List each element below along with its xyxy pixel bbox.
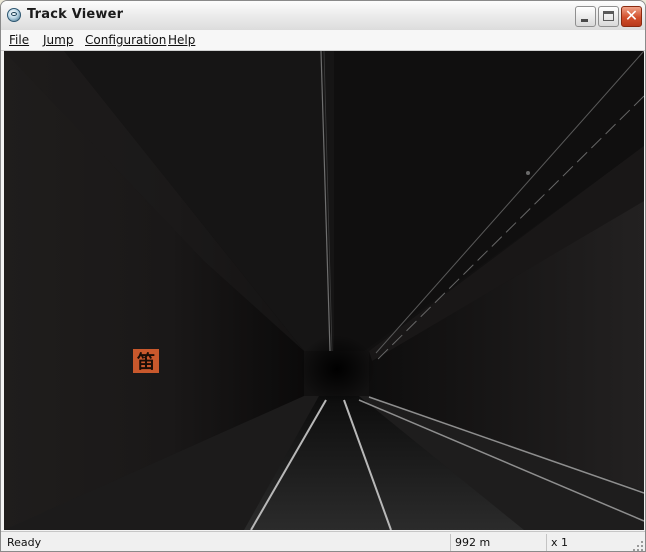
minimize-icon [581,19,588,22]
menu-jump[interactable]: Jump [43,32,73,48]
menu-bar: File Jump Configuration Help [1,30,645,51]
tunnel-end [299,335,375,403]
maximize-icon [603,11,614,21]
track-3d-viewport[interactable]: 笛 [4,51,644,530]
menu-file[interactable]: File [9,32,29,48]
status-distance: 992 m [450,534,545,551]
minimize-button[interactable] [575,6,596,27]
close-icon: ✕ [624,6,639,25]
menu-help[interactable]: Help [168,32,195,48]
app-icon[interactable] [7,8,21,22]
resize-grip[interactable] [632,540,644,551]
tunnel-scene: 笛 [4,51,644,530]
whistle-sign-glyph: 笛 [136,351,155,373]
maximize-button[interactable] [598,6,619,27]
menu-configuration[interactable]: Configuration [85,32,166,48]
title-bar[interactable]: Track Viewer ✕ [1,1,645,31]
wire-insulator [526,171,530,175]
status-speed-multiplier: x 1 [546,534,632,551]
whistle-sign: 笛 [133,349,159,373]
status-message: Ready [7,536,42,549]
window-title: Track Viewer [27,7,124,22]
track-viewer-window: Track Viewer ✕ File Jump Configuration H… [0,0,646,552]
status-bar: Ready 992 m x 1 [1,531,645,551]
close-button[interactable]: ✕ [621,6,642,27]
